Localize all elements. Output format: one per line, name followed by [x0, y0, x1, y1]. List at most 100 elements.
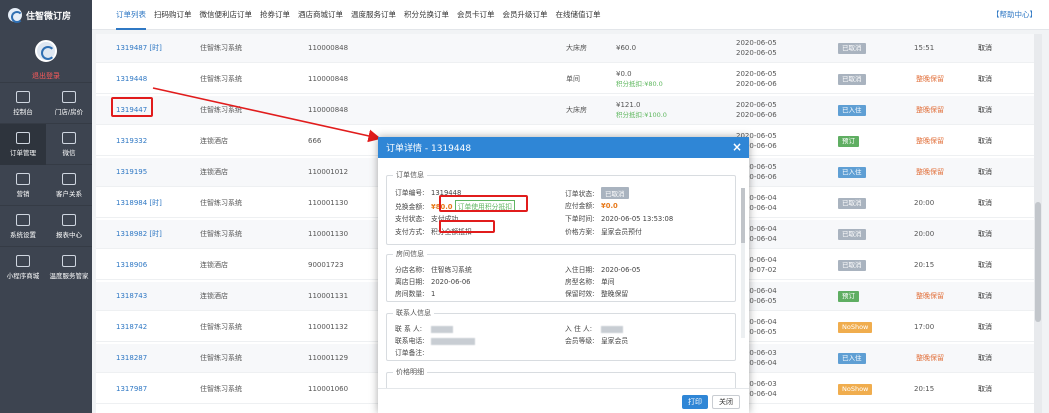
tab-scan-orders[interactable]: 扫码购订单: [154, 0, 192, 30]
sidebar-item-crm[interactable]: 客户关系: [46, 165, 92, 206]
checkout-value: 2020-06-06: [431, 278, 471, 286]
order-id[interactable]: 1317987: [116, 385, 147, 394]
cancel-action[interactable]: 取消: [978, 158, 992, 187]
sidebar-item-stores[interactable]: 门店/房价: [46, 83, 92, 124]
sidebar-item-wechat[interactable]: 微信: [46, 124, 92, 165]
page-scrollbar[interactable]: [1034, 34, 1042, 413]
tab-points-orders[interactable]: 积分兑换订单: [404, 0, 449, 30]
tab-service-orders[interactable]: 温度服务订单: [351, 0, 396, 30]
order-id-link[interactable]: 1318982 [时]: [116, 220, 162, 249]
hotel-code: 110001012: [308, 167, 349, 176]
order-id[interactable]: 1319332: [116, 137, 147, 146]
close-icon[interactable]: ×: [732, 140, 742, 154]
order-id[interactable]: 1318743: [116, 292, 147, 301]
help-center-link[interactable]: 【帮助中心】: [992, 0, 1037, 30]
cancel-action[interactable]: 取消: [978, 313, 992, 342]
order-id-link[interactable]: 1318287: [116, 344, 147, 373]
cancel-link[interactable]: 取消: [978, 292, 992, 301]
time-cell: 20:15: [914, 375, 934, 404]
order-id[interactable]: 1319448: [116, 75, 147, 84]
cancel-action[interactable]: 取消: [978, 375, 992, 404]
cancel-link[interactable]: 取消: [978, 385, 992, 394]
table-row[interactable]: 1319448 住智练习系统 110000848 单间 ¥0.0 积分抵扣:¥80.0 20…: [96, 65, 1034, 94]
order-id[interactable]: 1318287: [116, 354, 147, 363]
sidebar-item-service-butler[interactable]: 温度服务管家: [46, 247, 92, 288]
order-id[interactable]: 1318906: [116, 261, 147, 270]
sidebar-item-dashboard[interactable]: 控制台: [0, 83, 46, 124]
cancel-action[interactable]: 取消: [978, 34, 992, 63]
cancel-action[interactable]: 取消: [978, 344, 992, 373]
order-id-link[interactable]: 1317987: [116, 375, 147, 404]
order-id[interactable]: 1319487 [时]: [116, 44, 162, 53]
dialog-scrollbar[interactable]: [741, 188, 745, 338]
print-button[interactable]: 打印: [682, 395, 708, 409]
cancel-link[interactable]: 取消: [978, 168, 992, 177]
price-plan-value: 皇家会员预付: [601, 228, 642, 236]
order-id-link[interactable]: 1319332: [116, 127, 147, 156]
tab-wechat-store-orders[interactable]: 微信便利店订单: [200, 0, 253, 30]
order-id-link[interactable]: 1318743: [116, 282, 147, 311]
tab-stored-value-orders[interactable]: 在线储值订单: [556, 0, 601, 30]
tab-order-list[interactable]: 订单列表: [116, 0, 146, 30]
sidebar-item-marketing[interactable]: 营销: [0, 165, 46, 206]
pay-method-label: 支付方式:: [395, 228, 425, 236]
table-row[interactable]: 1319487 [时] 住智练习系统 110000848 大床房 ¥60.0 2020-0…: [96, 34, 1034, 63]
room-info-section: 房间信息 分店名称: 住智练习系统 入住日期: 2020-06-05 离店日期: 20…: [386, 249, 736, 302]
cancel-link[interactable]: 取消: [978, 230, 992, 239]
order-id[interactable]: 1318742: [116, 323, 147, 332]
cancel-link[interactable]: 取消: [978, 44, 992, 53]
logout-link[interactable]: 退出登录: [0, 71, 92, 81]
dialog-body[interactable]: 订单信息 订单编号: 1319448 订单状态: 已取消 兑换金额: ¥80.0 订单…: [378, 158, 749, 388]
order-id-link[interactable]: 1318906: [116, 251, 147, 280]
sidebar-item-reports[interactable]: 报表中心: [46, 206, 92, 247]
cancel-link[interactable]: 取消: [978, 354, 992, 363]
cancel-action[interactable]: 取消: [978, 251, 992, 280]
cancel-link[interactable]: 取消: [978, 106, 992, 115]
tab-member-card-orders[interactable]: 会员卡订单: [457, 0, 495, 30]
order-status-badge: 已取消: [601, 187, 629, 199]
cancel-link[interactable]: 取消: [978, 261, 992, 270]
cancel-action[interactable]: 取消: [978, 65, 992, 94]
table-row[interactable]: 1319447 住智练习系统 110000848 大床房 ¥121.0 积分抵扣:¥100…: [96, 96, 1034, 125]
dialog-scrollbar-thumb[interactable]: [741, 188, 745, 243]
sidebar-item-mini-mall[interactable]: 小程序商城: [0, 247, 46, 288]
sidebar-item-orders[interactable]: 订单管理: [0, 124, 46, 165]
order-id-link[interactable]: 1319448: [116, 65, 147, 94]
arrival-time: 20:00: [914, 198, 935, 207]
order-id-link[interactable]: 1318984 [时]: [116, 189, 162, 218]
price-detail-section: 价格明细: [386, 367, 736, 388]
cancel-action[interactable]: 取消: [978, 220, 992, 249]
cancel-action[interactable]: 取消: [978, 282, 992, 311]
price-cell: ¥121.0 积分抵扣:¥100.0: [616, 96, 667, 125]
cancel-link[interactable]: 取消: [978, 75, 992, 84]
tab-coupon-orders[interactable]: 抢券订单: [260, 0, 290, 30]
brand[interactable]: 住智微订房: [0, 0, 92, 30]
order-id-link[interactable]: 1319195: [116, 158, 147, 187]
order-id-link[interactable]: 1318742: [116, 313, 147, 342]
contact-info-section: 联系人信息 联 系 人: 入 住 人: 联系电话: 会员等级: 皇家会员 订单备注…: [386, 308, 736, 361]
status-badge: 已取消: [838, 229, 866, 240]
tab-member-upgrade-orders[interactable]: 会员升级订单: [503, 0, 548, 30]
status-cell: 已取消: [838, 189, 866, 218]
order-id[interactable]: 1319195: [116, 168, 147, 177]
hotel-code: 110001131: [308, 291, 349, 300]
contact-label: 联 系 人:: [395, 325, 423, 333]
cancel-link[interactable]: 取消: [978, 199, 992, 208]
time-cell: 20:00: [914, 220, 934, 249]
close-button[interactable]: 关闭: [712, 395, 740, 409]
cancel-link[interactable]: 取消: [978, 323, 992, 332]
order-id[interactable]: 1318982 [时]: [116, 230, 162, 239]
order-id[interactable]: 1318984 [时]: [116, 199, 162, 208]
cancel-action[interactable]: 取消: [978, 127, 992, 156]
code-cell: 110001012: [308, 158, 348, 187]
arrival-time: 20:15: [914, 384, 935, 393]
cancel-action[interactable]: 取消: [978, 189, 992, 218]
tab-hotel-mall-orders[interactable]: 酒店商城订单: [298, 0, 343, 30]
status-badge: 预订: [838, 136, 859, 147]
avatar[interactable]: [35, 40, 57, 62]
cancel-action[interactable]: 取消: [978, 96, 992, 125]
page-scrollbar-thumb[interactable]: [1035, 202, 1041, 322]
sidebar-item-settings[interactable]: 系统设置: [0, 206, 46, 247]
cancel-link[interactable]: 取消: [978, 137, 992, 146]
order-id-link[interactable]: 1319487 [时]: [116, 34, 162, 63]
